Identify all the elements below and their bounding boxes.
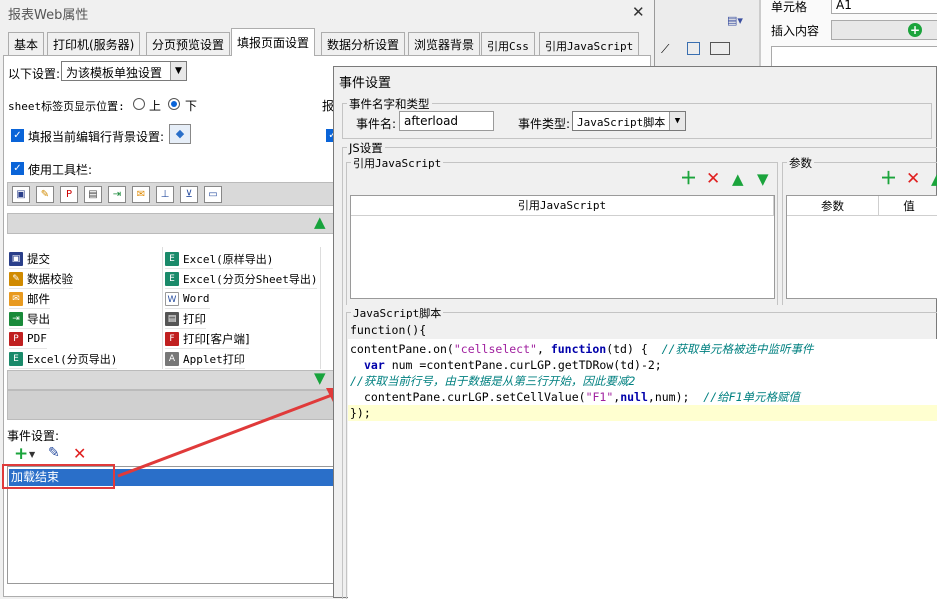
params-table: 参数 值: [786, 195, 937, 299]
event-type-select[interactable]: JavaScript脚本 ▼: [572, 111, 686, 131]
arrow-up-icon[interactable]: ▲: [931, 171, 937, 188]
group-title: JavaScript脚本: [351, 305, 444, 321]
params-col-header: 参数: [787, 196, 879, 216]
group-title: 参数: [787, 155, 814, 171]
ref-js-header: 引用JavaScript: [351, 196, 774, 216]
event-name-input[interactable]: afterload: [399, 111, 494, 131]
chevron-down-icon: ▼: [669, 112, 685, 130]
delete-param-button[interactable]: ✕: [906, 171, 920, 188]
group-title: 引用JavaScript: [351, 155, 444, 171]
code-line-4: contentPane.curLGP.setCellValue("F1",nul…: [364, 390, 800, 404]
arrow-down-icon[interactable]: ▼: [757, 171, 769, 188]
event-type-value: JavaScript脚本: [577, 116, 666, 129]
event-type-label: 事件类型:: [518, 117, 571, 131]
add-ref-button[interactable]: ＋: [680, 171, 697, 188]
group-title: 事件名字和类型: [347, 96, 432, 112]
dialog-title: 事件设置: [339, 76, 392, 91]
current-line-highlight: [348, 405, 937, 421]
code-line-1: contentPane.on("cellselect", function(td…: [350, 342, 814, 356]
code-line-5: });: [350, 406, 371, 420]
event-settings-dialog: 事件设置 事件名字和类型 事件名: afterload 事件类型: JavaSc…: [333, 66, 937, 599]
function-header: function(){: [350, 323, 427, 337]
value-col-header: 值: [879, 196, 937, 216]
code-line-3: //获取当前行号，由于数据是从第三行开始，因此要减2: [350, 374, 636, 388]
arrow-up-icon[interactable]: ▲: [732, 171, 744, 188]
delete-ref-button[interactable]: ✕: [706, 171, 720, 188]
event-name-label: 事件名:: [356, 117, 397, 131]
code-editor[interactable]: contentPane.on("cellselect", function(td…: [348, 339, 937, 599]
group-title: JS设置: [347, 140, 385, 156]
add-param-button[interactable]: ＋: [880, 171, 897, 188]
code-line-2: var num =contentPane.curLGP.getTDRow(td)…: [364, 358, 662, 372]
ref-js-table: 引用JavaScript: [350, 195, 775, 299]
